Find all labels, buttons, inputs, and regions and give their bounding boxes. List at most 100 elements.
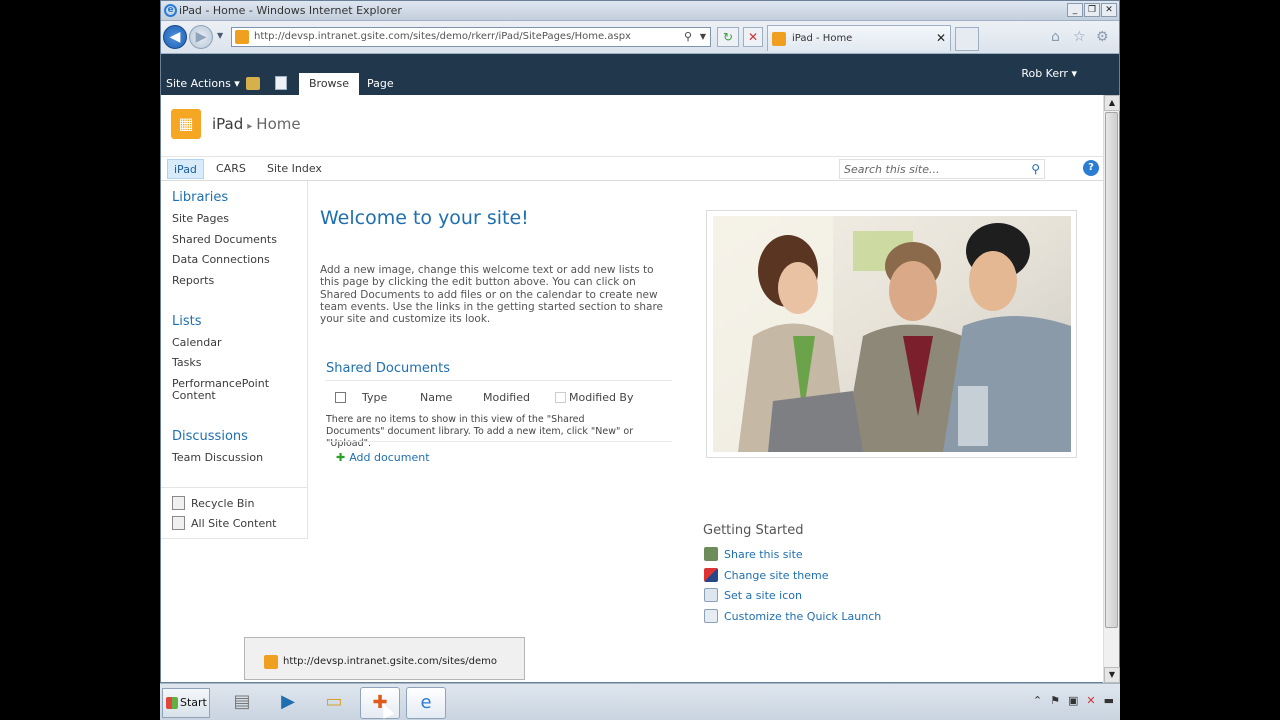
topnav-item-site-index[interactable]: Site Index — [261, 159, 328, 179]
network-icon[interactable]: ▣ — [1068, 694, 1078, 707]
tab-favicon-icon — [772, 32, 786, 46]
site-search-input[interactable]: Search this site... ⚲ — [839, 159, 1045, 179]
add-document-link[interactable]: ✚ Add document — [336, 451, 430, 464]
main-content: Welcome to your site! Add a new image, c… — [308, 181, 1103, 681]
server-manager-icon[interactable]: ▤ — [222, 687, 262, 719]
tab-browse[interactable]: Browse — [299, 73, 360, 95]
navigate-up-icon[interactable] — [246, 77, 260, 90]
search-icon[interactable]: ⚲ — [684, 28, 692, 46]
search-go-icon[interactable]: ⚲ — [1031, 162, 1040, 176]
site-name-link[interactable]: iPad — [212, 115, 243, 133]
site-theme-icon — [704, 568, 718, 582]
topnav-item-cars[interactable]: CARS — [210, 159, 252, 179]
col-header-modified[interactable]: Modified — [483, 391, 530, 404]
sharepoint-taskbar-icon[interactable]: ✚ — [360, 687, 400, 719]
explorer-folder-icon[interactable]: ▭ — [314, 687, 354, 719]
forward-button[interactable]: ▶ — [189, 25, 213, 49]
ql-item-calendar[interactable]: Calendar — [172, 337, 221, 349]
edit-page-icon[interactable] — [275, 76, 287, 90]
address-dropdown-icon[interactable]: ▼ — [700, 28, 706, 46]
browser-tab[interactable]: iPad - Home ✕ — [767, 25, 951, 51]
ql-item-data-connections[interactable]: Data Connections — [172, 254, 270, 266]
shared-docs-divider — [326, 380, 672, 381]
modified-by-filter-checkbox[interactable] — [555, 392, 566, 403]
share-site-icon — [704, 547, 718, 561]
help-icon[interactable]: ? — [1083, 160, 1099, 176]
ql-recycle-bin[interactable]: Recycle Bin — [191, 498, 254, 510]
site-logo-icon[interactable]: ▦ — [171, 109, 201, 139]
scroll-thumb[interactable] — [1105, 112, 1118, 628]
stop-button[interactable]: ✕ — [743, 27, 763, 47]
ql-heading-libraries[interactable]: Libraries — [172, 190, 228, 205]
restore-icon[interactable]: ❐ — [1084, 3, 1100, 17]
new-tab-button[interactable] — [955, 27, 979, 51]
sharepoint-ribbon: Site Actions ▾ Browse Page Rob Kerr ▾ — [161, 54, 1119, 95]
welcome-image-frame — [706, 210, 1077, 458]
quick-launch: Libraries Site Pages Shared Documents Da… — [161, 181, 308, 539]
ql-item-tasks[interactable]: Tasks — [172, 357, 201, 369]
user-menu[interactable]: Rob Kerr ▾ — [1021, 67, 1077, 80]
col-header-type[interactable]: Type — [362, 391, 387, 404]
action-center-flag-icon[interactable]: ⚑ — [1050, 694, 1060, 707]
user-name: Rob Kerr — [1021, 67, 1068, 80]
preview-favicon-icon — [264, 655, 278, 669]
taskbar-preview-tooltip[interactable]: http://devsp.intranet.gsite.com/sites/de… — [244, 637, 525, 680]
search-placeholder: Search this site... — [844, 163, 940, 176]
shared-documents-title[interactable]: Shared Documents — [326, 361, 450, 376]
topnav-item-ipad[interactable]: iPad — [167, 159, 204, 179]
history-dropdown-icon[interactable]: ▼ — [217, 31, 223, 40]
gs-change-theme[interactable]: Change site theme — [724, 569, 829, 582]
col-header-name[interactable]: Name — [420, 391, 452, 404]
site-actions-menu[interactable]: Site Actions ▾ — [166, 77, 240, 90]
ie-taskbar-icon[interactable]: e — [406, 687, 446, 719]
scroll-down-icon[interactable]: ▼ — [1104, 667, 1120, 683]
display-icon[interactable]: ▬ — [1104, 694, 1114, 707]
minimize-icon[interactable]: _ — [1067, 3, 1083, 17]
ql-all-site-content[interactable]: All Site Content — [191, 518, 277, 530]
start-button[interactable]: Start — [162, 688, 210, 718]
window-title: iPad - Home - Windows Internet Explorer — [179, 4, 402, 17]
shared-docs-divider-bottom — [326, 441, 672, 442]
close-icon[interactable]: ✕ — [1101, 3, 1117, 17]
tools-gear-icon[interactable]: ⚙ — [1096, 29, 1109, 45]
gs-customize-quick-launch[interactable]: Customize the Quick Launch — [724, 610, 881, 623]
close-tab-icon[interactable]: ✕ — [936, 31, 946, 45]
ql-item-performancepoint[interactable]: PerformancePoint Content — [172, 378, 282, 402]
address-bar[interactable]: http://devsp.intranet.gsite.com/sites/de… — [231, 27, 711, 47]
tray-expand-icon[interactable]: ⌃ — [1033, 694, 1042, 707]
back-button[interactable]: ◀ — [163, 25, 187, 49]
ql-heading-lists[interactable]: Lists — [172, 314, 202, 329]
welcome-image — [713, 216, 1071, 452]
site-icon-icon — [704, 588, 718, 602]
add-plus-icon: ✚ — [336, 451, 346, 464]
tab-page[interactable]: Page — [357, 73, 404, 95]
empty-library-message: There are no items to show in this view … — [326, 414, 634, 449]
refresh-button[interactable]: ↻ — [717, 27, 739, 47]
ql-item-team-discussion[interactable]: Team Discussion — [172, 452, 263, 464]
add-document-label: Add document — [349, 451, 430, 464]
ql-divider — [161, 487, 307, 488]
col-header-modified-by[interactable]: Modified By — [569, 391, 634, 404]
ql-item-site-pages[interactable]: Site Pages — [172, 213, 229, 225]
gs-set-site-icon[interactable]: Set a site icon — [724, 589, 802, 602]
select-all-checkbox[interactable] — [335, 392, 346, 403]
ie-icon: e — [164, 4, 177, 17]
start-label: Start — [180, 696, 207, 709]
volume-muted-icon[interactable]: ✕ — [1086, 694, 1095, 707]
favorites-star-icon[interactable]: ☆ — [1073, 29, 1086, 45]
ql-item-shared-documents[interactable]: Shared Documents — [172, 234, 277, 246]
windows-flag-icon — [166, 697, 178, 709]
ql-heading-discussions[interactable]: Discussions — [172, 429, 248, 444]
recycle-bin-icon — [172, 496, 185, 510]
gs-share-site[interactable]: Share this site — [724, 548, 803, 561]
address-row: ◀ ▶ ▼ http://devsp.intranet.gsite.com/si… — [161, 21, 1119, 54]
welcome-text: Add a new image, change this welcome tex… — [320, 264, 663, 326]
powershell-icon[interactable]: ▶ — [268, 687, 308, 719]
preview-url: http://devsp.intranet.gsite.com/sites/de… — [283, 656, 497, 667]
ie-window: e iPad - Home - Windows Internet Explore… — [160, 0, 1120, 683]
scroll-up-icon[interactable]: ▲ — [1104, 95, 1120, 111]
quick-launch-icon — [704, 609, 718, 623]
vertical-scrollbar[interactable]: ▲ ▼ — [1103, 95, 1120, 683]
ql-item-reports[interactable]: Reports — [172, 275, 214, 287]
home-icon[interactable]: ⌂ — [1051, 29, 1060, 45]
